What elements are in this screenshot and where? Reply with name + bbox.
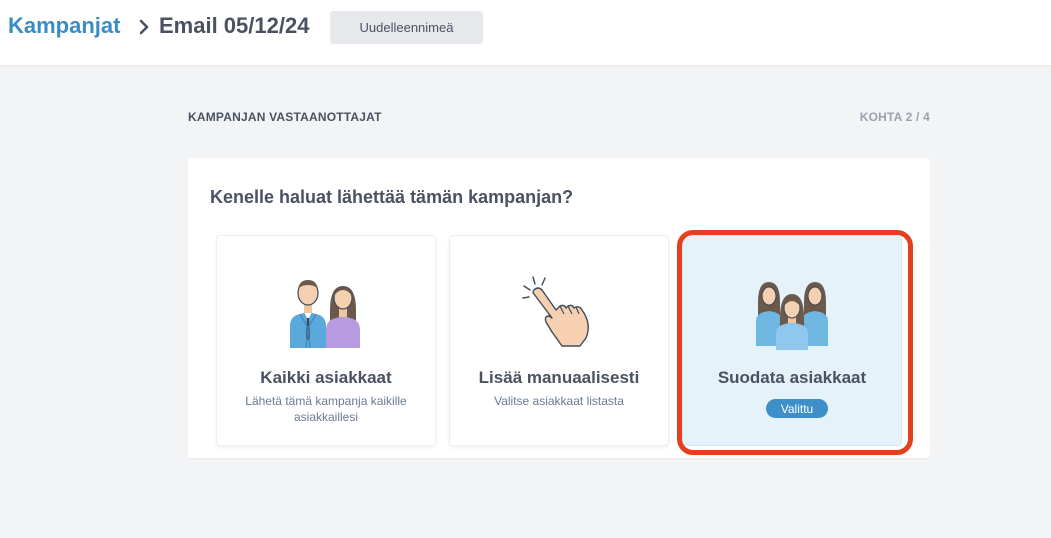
option-title: Lisää manuaalisesti: [478, 368, 640, 387]
option-description: Lähetä tämä kampanja kaikille asiakkaill…: [245, 394, 407, 424]
option-all-customers[interactable]: Kaikki asiakkaat Lähetä tämä kampanja ka…: [217, 236, 435, 445]
pointing-hand-icon: [450, 276, 668, 350]
recipients-panel: Kenelle haluat lähettää tämän kampanjan?: [188, 158, 930, 458]
group-icon: [683, 276, 901, 350]
page-title: Email 05/12/24: [159, 13, 310, 38]
step-indicator: KOHTA 2 / 4: [859, 110, 930, 124]
option-add-manually[interactable]: Lisää manuaalisesti Valitse asiakkaat li…: [450, 236, 668, 445]
question-heading: Kenelle haluat lähettää tämän kampanjan?: [210, 187, 574, 207]
option-filter-customers[interactable]: Suodata asiakkaat Valittu: [683, 236, 901, 445]
chevron-right-icon: [139, 19, 149, 35]
rename-button[interactable]: Uudelleennimeä: [330, 11, 483, 44]
selected-badge: Valittu: [766, 399, 828, 418]
couple-icon: [217, 276, 435, 350]
option-title: Kaikki asiakkaat: [260, 368, 392, 387]
section-label: KAMPANJAN VASTAANOTTAJAT: [188, 110, 382, 124]
option-title: Suodata asiakkaat: [717, 368, 867, 387]
top-bar: Kampanjat Email 05/12/24 Uudelleennimeä: [0, 0, 1051, 65]
option-description: Valitse asiakkaat listasta: [494, 394, 624, 408]
breadcrumb-campaigns-link[interactable]: Kampanjat: [8, 13, 120, 39]
